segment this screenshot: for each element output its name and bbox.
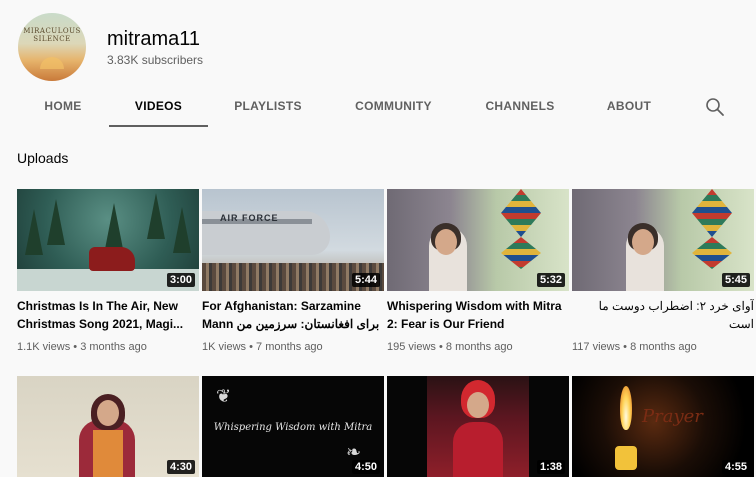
video-title[interactable]: Christmas Is In The Air, New Christmas S…	[17, 297, 199, 333]
meta-separator: •	[438, 341, 443, 353]
video-duration: 5:45	[721, 273, 750, 287]
tab-home[interactable]: HOME	[30, 88, 96, 127]
video-meta: 117 views • 8 months ago	[572, 340, 754, 354]
upload-age: 8 months ago	[630, 341, 697, 353]
tab-videos[interactable]: VIDEOS	[109, 88, 208, 127]
view-count: 117 views	[572, 341, 621, 353]
video-card: 5:45 آوای خرد ۲: اضطراب دوست ما است 117 …	[572, 189, 754, 359]
section-title: Uploads	[17, 150, 69, 166]
channel-header: MIRACULOUS SILENCE mitrama11 3.83K subsc…	[0, 0, 756, 127]
video-thumbnail[interactable]: 5:45	[572, 189, 754, 291]
video-thumbnail[interactable]: AIR FORCE 5:44	[202, 189, 384, 291]
channel-tabs: HOME VIDEOS PLAYLISTS COMMUNITY CHANNELS…	[0, 88, 756, 127]
video-card: Prayer 4:55	[572, 376, 754, 477]
thumbnail-plane-marking: AIR FORCE	[220, 213, 279, 223]
video-card: AIR FORCE 5:44 For Afghanistan: Sarzamin…	[202, 189, 384, 359]
video-thumbnail[interactable]: 1:38	[387, 376, 569, 477]
avatar-logo-text: MIRACULOUS SILENCE	[23, 27, 81, 43]
meta-separator: •	[623, 341, 628, 353]
upload-age: 7 months ago	[256, 341, 323, 353]
upload-age: 3 months ago	[80, 341, 147, 353]
video-duration: 4:55	[721, 460, 750, 474]
video-meta: 195 views • 8 months ago	[387, 340, 569, 354]
video-meta: 1K views • 7 months ago	[202, 340, 384, 354]
videos-content: Uploads 3:00 Christmas Is In The Air, Ne…	[0, 127, 756, 477]
video-card: 4:30	[17, 376, 199, 477]
tab-channels[interactable]: CHANNELS	[476, 88, 564, 127]
video-card: ❦ ❧ Whispering Wisdom with Mitra 4:50	[202, 376, 384, 477]
video-card: 1:38	[387, 376, 569, 477]
upload-age: 8 months ago	[445, 341, 513, 353]
search-icon[interactable]	[704, 96, 726, 118]
avatar-sun-graphic	[40, 57, 64, 69]
meta-separator: •	[73, 341, 78, 353]
video-duration: 4:30	[166, 460, 195, 474]
video-card: 5:32 Whispering Wisdom with Mitra 2: Fea…	[387, 189, 569, 359]
view-count: 1K views	[202, 341, 247, 353]
video-duration: 4:50	[351, 460, 380, 474]
flourish-icon: ❦	[216, 386, 232, 407]
tab-about[interactable]: ABOUT	[598, 88, 660, 127]
channel-avatar[interactable]: MIRACULOUS SILENCE	[18, 13, 86, 81]
video-thumbnail[interactable]: 3:00	[17, 189, 199, 291]
tab-playlists[interactable]: PLAYLISTS	[224, 88, 312, 127]
video-thumbnail[interactable]: Prayer 4:55	[572, 376, 754, 477]
video-duration: 1:38	[536, 460, 565, 474]
view-count: 195 views	[387, 341, 436, 353]
view-count: 1.1K views	[17, 341, 71, 353]
video-title[interactable]: آوای خرد ۲: اضطراب دوست ما است	[572, 297, 754, 333]
video-card: 3:00 Christmas Is In The Air, New Christ…	[17, 189, 199, 359]
channel-name: mitrama11	[107, 28, 200, 50]
video-meta: 1.1K views • 3 months ago	[17, 340, 199, 354]
subscriber-count: 3.83K subscribers	[107, 53, 204, 67]
video-thumbnail[interactable]: 4:30	[17, 376, 199, 477]
video-title[interactable]: Whispering Wisdom with Mitra 2: Fear is …	[387, 297, 569, 333]
video-thumbnail[interactable]: ❦ ❧ Whispering Wisdom with Mitra 4:50	[202, 376, 384, 477]
thumbnail-caption: Prayer	[642, 406, 703, 427]
video-thumbnail[interactable]: 5:32	[387, 189, 569, 291]
candle-flame-icon	[620, 386, 632, 430]
thumbnail-caption: Whispering Wisdom with Mitra	[213, 422, 373, 433]
meta-separator: •	[249, 341, 253, 353]
video-duration: 5:44	[351, 273, 380, 287]
video-duration: 3:00	[166, 273, 195, 287]
tab-community[interactable]: COMMUNITY	[346, 88, 441, 127]
video-duration: 5:32	[536, 273, 565, 287]
video-title[interactable]: For Afghanistan: Sarzamine Mann برای افغ…	[202, 297, 384, 333]
